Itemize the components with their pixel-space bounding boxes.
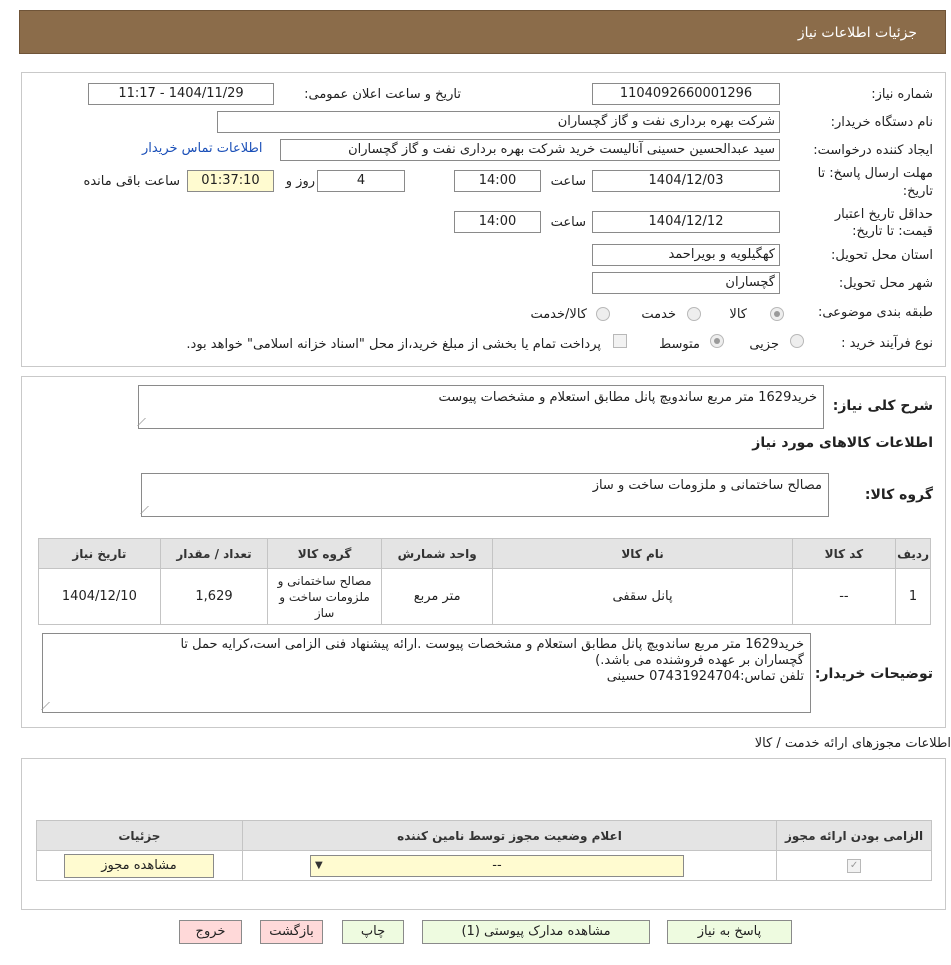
buyer-notes-label: توضیحات خریدار: — [814, 666, 933, 682]
resize-grip-icon[interactable] — [137, 418, 153, 426]
cell-row: 1 — [895, 568, 931, 625]
permit-status-value: -- — [492, 858, 502, 873]
cell-group: مصالح ساختمانی و ملزومات ساخت و ساز — [267, 568, 382, 625]
page-header: جزئیات اطلاعات نیاز — [19, 10, 946, 54]
cell-unit: متر مربع — [380, 568, 494, 625]
province-field[interactable]: کهگیلویه و بویراحمد — [592, 244, 780, 266]
buyer-notes-textarea[interactable]: خرید1629 متر مربع ساندویچ پانل مطابق است… — [41, 633, 811, 713]
goods-info-title: اطلاعات کالاهای مورد نیاز — [752, 435, 933, 451]
buyer-contact-link[interactable]: اطلاعات تماس خریدار — [142, 141, 262, 156]
buyer-notes-line2: گچساران بر عهده فروشنده می باشد.) — [595, 653, 804, 668]
chevron-down-icon: ▼ — [315, 860, 323, 871]
validity-label-line1: حداقل تاریخ اعتبار — [834, 207, 933, 222]
col-date: تاریخ نیاز — [38, 538, 161, 569]
cell-permit-required: ✓ — [776, 850, 932, 881]
view-permit-button[interactable]: مشاهده مجوز — [64, 854, 214, 878]
category-option-goods-service: کالا/خدمت — [530, 307, 587, 322]
permits-title: اطلاعات مجوزهای ارائه خدمت / کالا — [754, 736, 951, 751]
validity-date-field[interactable]: 1404/12/12 — [592, 211, 780, 233]
days-remaining-field[interactable]: 4 — [317, 170, 405, 192]
process-radio-medium[interactable] — [710, 334, 724, 348]
permit-required-checkbox: ✓ — [847, 858, 862, 873]
category-option-goods: کالا — [729, 307, 747, 322]
validity-label: حداقل تاریخ اعتبار قیمت: تا تاریخ: — [835, 206, 933, 240]
city-label: شهر محل تحویل: — [838, 276, 933, 291]
col-group: گروه کالا — [267, 538, 382, 569]
deadline-time-label: ساعت — [550, 174, 586, 189]
category-label: طبقه بندی موضوعی: — [817, 305, 933, 320]
permit-status-select[interactable]: -- ▼ — [310, 855, 684, 877]
table-row[interactable]: 1 -- پانل سقفی متر مربع مصالح ساختمانی و… — [38, 568, 931, 625]
province-label: استان محل تحویل: — [831, 248, 933, 263]
validity-time-label: ساعت — [550, 215, 586, 230]
category-radio-goods-service[interactable] — [596, 307, 610, 321]
cell-qty: 1,629 — [159, 568, 269, 625]
city-field[interactable]: گچساران — [592, 272, 780, 294]
category-radio-goods[interactable] — [770, 307, 784, 321]
goods-group-textarea[interactable]: مصالح ساختمانی و ملزومات ساخت و ساز — [140, 473, 829, 517]
col-qty: تعداد / مقدار — [159, 538, 269, 569]
buyer-org-field[interactable]: شرکت بهره برداری نفت و گاز گچساران — [217, 111, 780, 133]
announce-field[interactable]: 1404/11/29 - 11:17 — [88, 83, 274, 105]
cell-name: پانل سقفی — [492, 568, 793, 625]
deadline-label-line1: مهلت ارسال پاسخ: تا — [817, 166, 933, 181]
items-table-header: ردیف کد کالا نام کالا واحد شمارش گروه کا… — [38, 538, 931, 569]
col-permit-status: اعلام وضعیت مجوز توسط نامین کننده — [241, 820, 778, 851]
buyer-notes-line1: خرید1629 متر مربع ساندویچ پانل مطابق است… — [180, 637, 804, 652]
creator-label: ایجاد کننده درخواست: — [813, 143, 933, 158]
buyer-org-label: نام دستگاه خریدار: — [830, 115, 933, 130]
process-radio-minor[interactable] — [790, 334, 804, 348]
category-option-service: خدمت — [641, 307, 676, 322]
buyer-notes-line3: تلفن تماس:07431924704 حسینی — [606, 669, 804, 684]
back-button[interactable]: بازگشت — [260, 920, 323, 944]
resize-grip-icon[interactable] — [140, 506, 156, 514]
col-row: ردیف — [895, 538, 931, 569]
deadline-label: مهلت ارسال پاسخ: تا تاریخ: — [818, 165, 933, 201]
resize-grip-icon[interactable] — [41, 702, 57, 710]
col-permit-details: جزئیات — [36, 820, 243, 851]
remaining-time-field: 01:37:10 — [187, 170, 274, 192]
validity-label-line2: قیمت: تا تاریخ: — [852, 224, 933, 239]
process-option-minor: جزیی — [749, 337, 779, 352]
summary-textarea[interactable]: خرید1629 متر مربع ساندویچ پانل مطابق است… — [137, 385, 824, 429]
cell-date: 1404/12/10 — [38, 568, 161, 625]
need-number-field[interactable]: 1104092660001296 — [592, 83, 780, 105]
process-option-medium: متوسط — [659, 337, 700, 352]
remaining-label: ساعت باقی مانده — [83, 174, 180, 189]
deadline-date-field[interactable]: 1404/12/03 — [592, 170, 780, 192]
col-unit: واحد شمارش — [380, 538, 494, 569]
deadline-label-line2: تاریخ: — [902, 184, 933, 199]
col-permit-required: الزامی بودن ارائه مجوز — [776, 820, 932, 851]
col-code: کد کالا — [791, 538, 897, 569]
summary-text: خرید1629 متر مربع ساندویچ پانل مطابق است… — [438, 390, 817, 405]
attachments-button[interactable]: مشاهده مدارک پیوستی (1) — [422, 920, 650, 944]
announce-label: تاریخ و ساعت اعلان عمومی: — [304, 87, 461, 102]
goods-group-label: گروه کالا: — [864, 487, 933, 503]
days-label: روز و — [285, 174, 315, 189]
print-button[interactable]: چاپ — [342, 920, 404, 944]
summary-title: شرح کلی نیاز: — [832, 398, 933, 414]
creator-field[interactable]: سید عبدالحسین حسینی آنالیست خرید شرکت به… — [280, 139, 780, 161]
col-name: نام کالا — [492, 538, 793, 569]
validity-time-field[interactable]: 14:00 — [454, 211, 541, 233]
cell-code: -- — [791, 568, 897, 625]
reply-button[interactable]: پاسخ به نیاز — [667, 920, 792, 944]
exit-button[interactable]: خروج — [179, 920, 242, 944]
need-number-label: شماره نیاز: — [871, 87, 933, 102]
payment-note: پرداخت تمام یا بخشی از مبلغ خرید،از محل … — [186, 337, 601, 352]
items-table: ردیف کد کالا نام کالا واحد شمارش گروه کا… — [38, 538, 931, 625]
category-radio-service[interactable] — [687, 307, 701, 321]
goods-group-text: مصالح ساختمانی و ملزومات ساخت و ساز — [592, 478, 822, 493]
process-label: نوع فرآیند خرید : — [841, 336, 933, 351]
treasury-payment-checkbox[interactable] — [613, 334, 627, 348]
deadline-time-field[interactable]: 14:00 — [454, 170, 541, 192]
permits-table-header: الزامی بودن ارائه مجوز اعلام وضعیت مجوز … — [36, 820, 932, 851]
